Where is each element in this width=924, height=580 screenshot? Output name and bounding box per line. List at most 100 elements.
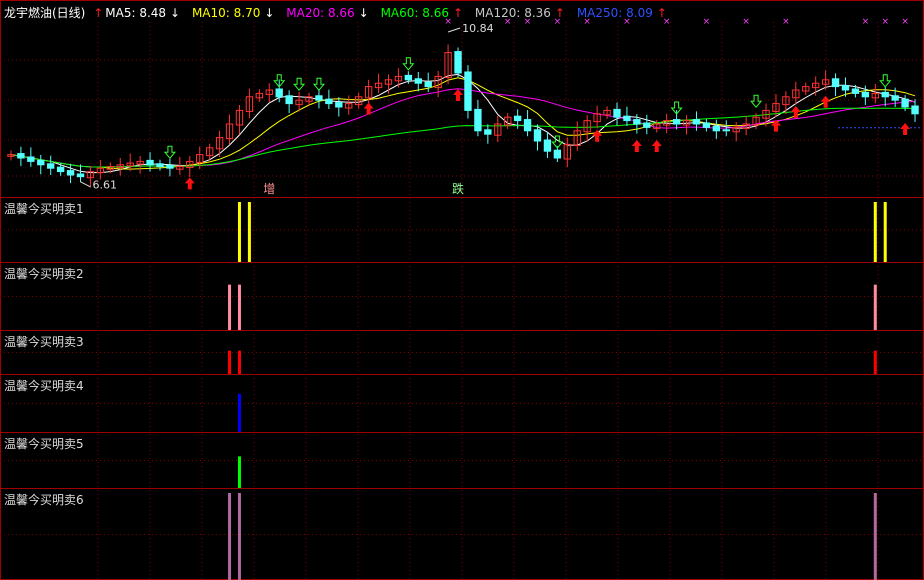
x-mark-icon: × xyxy=(782,17,790,27)
die-mark: 跌 xyxy=(452,181,464,196)
indicator-3-bar xyxy=(228,350,232,374)
candle-body xyxy=(56,166,65,173)
candle-body xyxy=(633,119,641,125)
candle-body xyxy=(831,78,840,88)
ma60-legend: MA60: 8.66 ↑ xyxy=(380,6,464,20)
candle-body xyxy=(66,170,75,176)
indicator-2-bar xyxy=(237,284,241,330)
candle-body xyxy=(613,108,621,118)
candle-body xyxy=(315,95,323,101)
candle-body xyxy=(474,108,482,132)
candle-body xyxy=(37,159,45,166)
up-arrow-icon: ↑ xyxy=(554,6,565,20)
up-arrow-icon: ↑ xyxy=(93,6,104,20)
candle-body xyxy=(841,85,850,91)
candle-body xyxy=(424,81,432,88)
candle-body xyxy=(623,115,631,122)
candle-body xyxy=(335,102,343,108)
candle-body xyxy=(513,115,522,122)
sell-arrow-icon xyxy=(750,94,763,108)
candle-body xyxy=(901,98,909,108)
buy-arrow-icon xyxy=(900,123,911,135)
indicator-3-bar xyxy=(873,350,877,374)
x-mark-icon: × xyxy=(742,17,750,27)
up-arrow-icon: ↑ xyxy=(656,6,667,20)
ma250-legend: MA250: 8.09 ↑ xyxy=(576,6,667,20)
indicator-4-label: 温馨今买明卖4 xyxy=(4,379,84,393)
ma20-legend: MA20: 8.66 ↓ xyxy=(286,6,369,20)
candle-body xyxy=(27,156,35,162)
indicator-1-label: 温馨今买明卖1 xyxy=(4,202,84,216)
down-arrow-icon: ↓ xyxy=(264,6,275,20)
indicator-6-bar xyxy=(873,493,877,580)
candle-body xyxy=(454,51,462,74)
candle-body xyxy=(464,71,472,111)
ma120-legend: MA120: 8.36 ↑ xyxy=(474,6,565,20)
x-mark-icon: × xyxy=(862,17,870,27)
indicator-1-bar xyxy=(873,202,877,262)
candle-body xyxy=(643,122,651,128)
candle-body xyxy=(672,119,681,125)
candle-body xyxy=(17,153,25,159)
low-price-label: 6.61 xyxy=(93,179,118,192)
candle-body xyxy=(702,122,711,128)
sell-arrow-icon xyxy=(312,77,326,91)
candle-body xyxy=(722,129,730,132)
indicator-3-bar xyxy=(237,350,241,374)
candle-body xyxy=(76,173,85,178)
candle-body xyxy=(881,91,889,98)
candle-body xyxy=(891,95,899,101)
candle-body xyxy=(285,95,293,105)
indicator-5-label: 温馨今买明卖5 xyxy=(4,437,84,451)
ma10-line xyxy=(10,77,916,170)
indicator-3-label: 温馨今买明卖3 xyxy=(4,335,84,349)
indicator-5-bar xyxy=(237,456,241,488)
buy-arrow-icon xyxy=(820,95,831,108)
indicator-1-bar xyxy=(883,202,887,262)
sell-arrow-icon xyxy=(293,77,306,91)
buy-arrow-icon xyxy=(184,177,195,190)
ma20-line xyxy=(10,88,916,168)
candle-body xyxy=(543,139,552,152)
candle-body xyxy=(166,164,174,169)
down-arrow-icon: ↓ xyxy=(170,6,181,20)
ma60-line xyxy=(10,107,916,168)
candle-body xyxy=(861,91,870,98)
candle-body xyxy=(156,163,164,167)
indicator-1-bar xyxy=(247,202,251,262)
zeng-mark: 增 xyxy=(263,182,275,196)
candle-body xyxy=(851,88,860,94)
chart-canvas: × × × × × × × × × × × × ×10.846.61 增跌 xyxy=(0,0,924,580)
candle-body xyxy=(553,149,562,159)
indicator-6-bar xyxy=(237,493,241,580)
low-leader xyxy=(80,181,91,188)
indicator-2-label: 温馨今买明卖2 xyxy=(4,267,84,281)
candle-body xyxy=(484,129,492,135)
candle-body xyxy=(712,125,721,132)
indicator-2-bar xyxy=(873,284,877,330)
indicator-2-bar xyxy=(228,284,232,330)
down-arrow-icon: ↓ xyxy=(358,6,369,20)
buy-arrow-icon xyxy=(631,140,642,152)
candle-body xyxy=(146,159,154,166)
high-price-label: 10.84 xyxy=(462,22,494,35)
candle-body xyxy=(911,105,919,115)
stock-title: 龙宇燃油(日线) xyxy=(4,6,86,20)
high-leader xyxy=(447,27,461,33)
candle-body xyxy=(533,129,542,142)
x-mark-icon: × xyxy=(901,17,909,27)
candle-body xyxy=(325,98,333,105)
indicator-6-bar xyxy=(228,493,232,580)
up-arrow-icon: ↑ xyxy=(452,6,464,20)
candle-body xyxy=(414,78,422,84)
buy-arrow-icon xyxy=(651,140,662,152)
ma10-legend: MA10: 8.70 ↓ xyxy=(191,6,275,20)
indicator-1-bar xyxy=(237,202,241,262)
candle-body xyxy=(404,74,413,81)
x-mark-icon: × xyxy=(881,17,889,27)
candle-body xyxy=(692,119,701,125)
x-mark-icon: × xyxy=(703,17,711,27)
indicator-4-bar xyxy=(237,393,241,432)
ma5-legend: ↑ MA5: 8.48 ↓ xyxy=(93,6,181,20)
candle-body xyxy=(523,119,532,132)
